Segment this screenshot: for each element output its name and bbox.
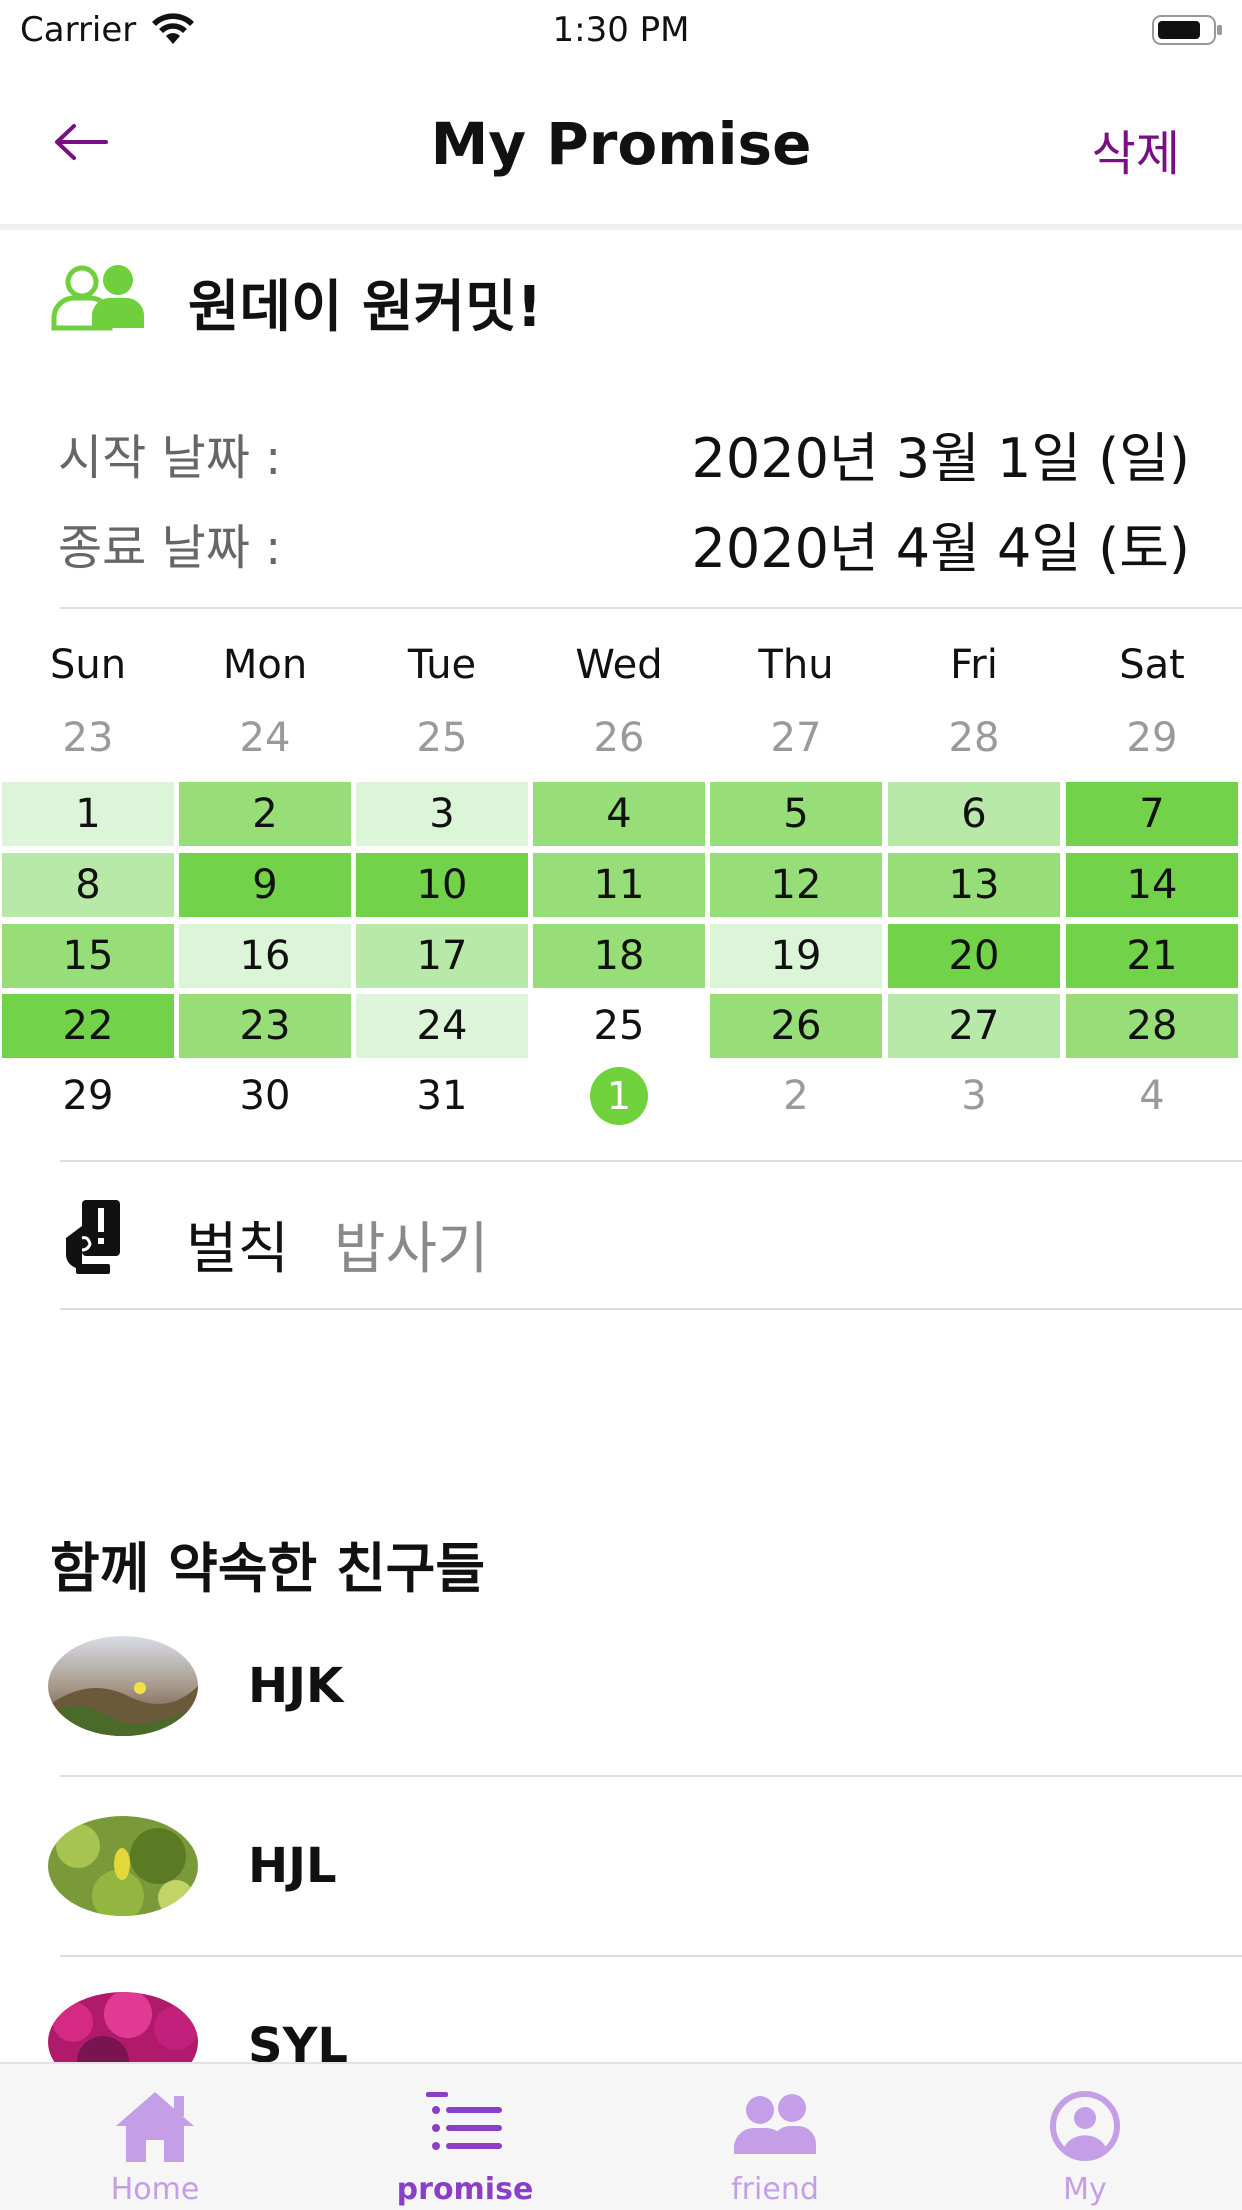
calendar-day[interactable]: 26	[710, 994, 882, 1058]
friends-heading: 함께 약속한 친구들	[50, 1537, 486, 1600]
calendar-day[interactable]: 22	[2, 994, 174, 1058]
tab-label: My	[1063, 2172, 1107, 2207]
calendar-day[interactable]: 25	[533, 994, 705, 1058]
list-icon	[426, 2092, 502, 2150]
weekday-label: Wed	[575, 642, 663, 688]
calendar-day[interactable]: 31	[356, 1064, 528, 1128]
calendar-day[interactable]: 6	[888, 782, 1060, 846]
penalty-label: 벌칙	[186, 1217, 290, 1282]
divider	[60, 1160, 1242, 1162]
calendar-day[interactable]: 23	[179, 994, 351, 1058]
calendar-day[interactable]: 1	[2, 782, 174, 846]
calendar-day[interactable]: 18	[533, 924, 705, 988]
calendar-day[interactable]: 30	[179, 1064, 351, 1128]
calendar-day[interactable]: 27	[888, 994, 1060, 1058]
tab-label: promise	[396, 2172, 534, 2207]
calendar-day[interactable]: 9	[179, 853, 351, 917]
penalty-value: 밥사기	[334, 1217, 489, 1282]
divider	[60, 1955, 1242, 1957]
calendar-day[interactable]: 10	[356, 853, 528, 917]
divider	[60, 607, 1242, 609]
calendar-day[interactable]: 4	[1066, 1064, 1238, 1128]
nav-divider	[0, 224, 1242, 230]
start-date-label: 시작 날짜 :	[58, 430, 282, 486]
calendar-day[interactable]: 1	[533, 1064, 705, 1128]
tab-friend[interactable]: friend	[620, 2064, 930, 2210]
clock-label: 1:30 PM	[552, 10, 690, 50]
calendar-day[interactable]: 29	[2, 1064, 174, 1128]
calendar-day[interactable]: 24	[356, 994, 528, 1058]
weekday-label: Fri	[950, 642, 998, 688]
calendar-day[interactable]: 26	[533, 706, 705, 770]
delete-button[interactable]: 삭제	[1092, 114, 1180, 184]
calendar-day[interactable]: 15	[2, 924, 174, 988]
people-icon	[734, 2094, 816, 2154]
calendar-day[interactable]: 12	[710, 853, 882, 917]
start-date-value: 2020년 3월 1일 (일)	[691, 427, 1191, 490]
group-icon	[51, 265, 144, 331]
today-marker: 1	[590, 1067, 648, 1125]
friend-avatar	[48, 1816, 198, 1916]
calendar-day[interactable]: 3	[356, 782, 528, 846]
calendar-day[interactable]: 8	[2, 853, 174, 917]
calendar-day[interactable]: 16	[179, 924, 351, 988]
weekday-label: Mon	[222, 642, 308, 688]
penalty-icon	[66, 1200, 120, 1274]
end-date-value: 2020년 4월 4일 (토)	[691, 517, 1191, 580]
page-title: My Promise	[430, 110, 812, 178]
calendar-day[interactable]: 3	[888, 1064, 1060, 1128]
calendar-day[interactable]: 11	[533, 853, 705, 917]
tab-label: Home	[110, 2172, 200, 2207]
tab-my[interactable]: My	[930, 2064, 1240, 2210]
weekday-label: Tue	[407, 642, 477, 688]
calendar-day[interactable]: 24	[179, 706, 351, 770]
calendar-day[interactable]: 27	[710, 706, 882, 770]
calendar-day[interactable]: 14	[1066, 853, 1238, 917]
calendar-day[interactable]: 17	[356, 924, 528, 988]
battery-icon	[1152, 15, 1222, 45]
divider	[60, 1308, 1242, 1310]
friend-avatar	[48, 1636, 198, 1736]
tab-home[interactable]: Home	[0, 2064, 310, 2210]
promise-title: 원데이 원커밋!	[188, 275, 543, 340]
calendar-day[interactable]: 28	[888, 706, 1060, 770]
weekday-label: Thu	[758, 642, 834, 688]
calendar-day[interactable]: 2	[179, 782, 351, 846]
home-icon	[116, 2092, 194, 2162]
calendar-day[interactable]: 23	[2, 706, 174, 770]
calendar-day[interactable]: 5	[710, 782, 882, 846]
divider	[60, 1775, 1242, 1777]
tab-bar: Home promise friend My	[0, 2062, 1242, 2210]
calendar-day[interactable]: 4	[533, 782, 705, 846]
calendar-day[interactable]: 21	[1066, 924, 1238, 988]
friend-name: HJL	[248, 1838, 337, 1894]
calendar-day[interactable]: 13	[888, 853, 1060, 917]
person-circle-icon	[1050, 2091, 1120, 2161]
tab-label: friend	[731, 2172, 819, 2207]
end-date-label: 종료 날짜 :	[58, 520, 282, 576]
calendar-day[interactable]: 29	[1066, 706, 1238, 770]
tab-promise[interactable]: promise	[310, 2064, 620, 2210]
status-bar: Carrier 1:30 PM	[0, 0, 1242, 60]
calendar-day[interactable]: 7	[1066, 782, 1238, 846]
navigation-bar: My Promise 삭제	[0, 60, 1242, 224]
calendar-day[interactable]: 20	[888, 924, 1060, 988]
calendar-day[interactable]: 2	[710, 1064, 882, 1128]
calendar-day[interactable]: 25	[356, 706, 528, 770]
calendar-day[interactable]: 19	[710, 924, 882, 988]
friend-name: HJK	[248, 1658, 344, 1714]
calendar-day[interactable]: 28	[1066, 994, 1238, 1058]
weekday-label: Sun	[49, 642, 127, 688]
weekday-label: Sat	[1119, 642, 1185, 688]
